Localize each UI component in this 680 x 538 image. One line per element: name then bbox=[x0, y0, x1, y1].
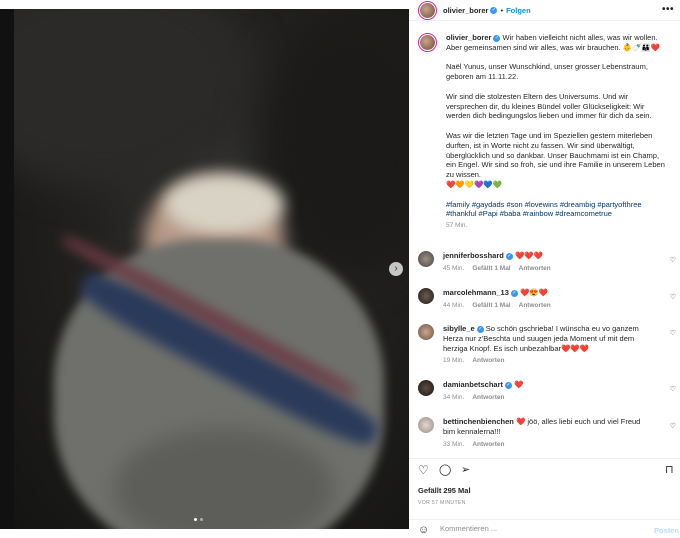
post-media: › bbox=[0, 0, 409, 538]
carousel-dot-active bbox=[194, 518, 197, 521]
heart-icon[interactable]: ♡ bbox=[418, 464, 429, 476]
comment-time[interactable]: 34 Min. bbox=[443, 394, 464, 401]
carousel-dot bbox=[200, 518, 203, 521]
comment-text: ❤️ bbox=[514, 380, 524, 389]
like-comment-heart-icon[interactable]: ♡ bbox=[670, 422, 676, 430]
caption-hashtags[interactable]: #family #gaydads #son #lovewins #dreambi… bbox=[446, 200, 668, 220]
caption-text: olivier_borer ✓ Wir haben vielleicht nich… bbox=[446, 33, 668, 231]
comment-item: jenniferbosshard ✓ ❤️❤️❤️ 45 Min. Gefällt … bbox=[418, 251, 676, 274]
comment-content: bettinchenbienchen ❤️ jöö, alles liebi e… bbox=[443, 417, 651, 437]
caption-paragraph: Wir sind die stolzesten Eltern des Unive… bbox=[446, 91, 652, 121]
share-icon[interactable]: ➢ bbox=[461, 464, 470, 476]
comment-body: sibylle_e ✓ So schön gschrieba! I wünscha… bbox=[443, 324, 651, 366]
caption-paragraph: Was wir die letzten Tage und im Speziell… bbox=[446, 130, 665, 180]
verified-badge-icon: ✓ bbox=[490, 6, 498, 14]
comment-content: jenniferbosshard ✓ ❤️❤️❤️ bbox=[443, 251, 651, 261]
comment-meta: 44 Min. Gefällt 1 Mal Antworten bbox=[443, 301, 651, 311]
reply-button[interactable]: Antworten bbox=[519, 302, 551, 309]
commenter-avatar[interactable] bbox=[418, 380, 434, 396]
comment-likes[interactable]: Gefällt 1 Mal bbox=[472, 265, 510, 272]
comment-item: sibylle_e ✓ So schön gschrieba! I wünscha… bbox=[418, 324, 676, 366]
post-comment-button[interactable]: Posten bbox=[654, 526, 679, 535]
comment-item: marcolehmann_13 ✓ ❤️😍❤️ 44 Min. Gefällt 1 … bbox=[418, 288, 676, 311]
commenter-avatar[interactable] bbox=[418, 288, 434, 304]
commenter-username[interactable]: marcolehmann_13 bbox=[443, 288, 509, 297]
comment-body: jenniferbosshard ✓ ❤️❤️❤️ 45 Min. Gefällt … bbox=[443, 251, 651, 274]
comment-meta: 34 Min. Antworten bbox=[443, 393, 651, 403]
verified-badge-icon: ✓ bbox=[476, 325, 484, 333]
carousel-dots bbox=[194, 518, 203, 521]
comments-scroll-area[interactable]: olivier_borer ✓ Wir haben vielleicht nich… bbox=[409, 22, 680, 458]
reply-button[interactable]: Antworten bbox=[472, 441, 504, 448]
commenter-avatar[interactable] bbox=[418, 417, 434, 433]
comment-time[interactable]: 33 Min. bbox=[443, 441, 464, 448]
author-username[interactable]: olivier_borer bbox=[443, 6, 488, 15]
baby-photo[interactable] bbox=[14, 9, 409, 529]
comment-item: bettinchenbienchen ❤️ jöö, alles liebi e… bbox=[418, 417, 676, 449]
comment-time[interactable]: 45 Min. bbox=[443, 265, 464, 272]
verified-badge-icon: ✓ bbox=[510, 289, 518, 297]
comment-item: damianbetschart ✓ ❤️ 34 Min. Antworten ♡ bbox=[418, 380, 676, 403]
caption-first-paragraph: olivier_borer ✓ Wir haben vielleicht nich… bbox=[446, 33, 668, 53]
media-top-margin bbox=[0, 0, 409, 9]
media-bottom-margin bbox=[0, 529, 409, 538]
post-sidebar: olivier_borer ✓ • Folgen ••• olivier_bor… bbox=[409, 0, 680, 538]
likes-count[interactable]: Gefällt 295 Mal bbox=[418, 486, 471, 495]
like-comment-heart-icon[interactable]: ♡ bbox=[670, 385, 676, 393]
comment-content: marcolehmann_13 ✓ ❤️😍❤️ bbox=[443, 288, 651, 298]
avatar-image bbox=[420, 2, 435, 18]
commenter-avatar[interactable] bbox=[418, 324, 434, 340]
comment-text: ❤️❤️❤️ bbox=[514, 251, 543, 260]
comment-text: ❤️😍❤️ bbox=[519, 288, 548, 297]
comment-body: marcolehmann_13 ✓ ❤️😍❤️ 44 Min. Gefällt 1 … bbox=[443, 288, 651, 311]
comment-time[interactable]: 19 Min. bbox=[443, 357, 464, 364]
reply-button[interactable]: Antworten bbox=[519, 265, 551, 272]
caption: olivier_borer ✓ Wir haben vielleicht nich… bbox=[409, 22, 680, 231]
like-comment-heart-icon[interactable]: ♡ bbox=[670, 256, 676, 264]
post-actions-bar: ♡ ◯ ➢ ⊓ bbox=[409, 458, 680, 480]
reply-button[interactable]: Antworten bbox=[472, 357, 504, 364]
baby-hat bbox=[164, 174, 284, 234]
emoji-icon[interactable]: ☺ bbox=[418, 524, 429, 536]
background-shape bbox=[14, 9, 254, 189]
follow-button[interactable]: Folgen bbox=[506, 6, 531, 15]
verified-badge-icon: ✓ bbox=[493, 34, 501, 42]
reply-button[interactable]: Antworten bbox=[472, 394, 504, 401]
like-comment-heart-icon[interactable]: ♡ bbox=[670, 329, 676, 337]
author-avatar[interactable] bbox=[418, 0, 437, 20]
commenter-username[interactable]: jenniferbosshard bbox=[443, 251, 504, 260]
comment-input[interactable] bbox=[440, 524, 640, 533]
caption-avatar[interactable] bbox=[418, 33, 437, 52]
avatar-image bbox=[420, 35, 435, 50]
add-comment-bar: ☺ Posten bbox=[409, 519, 680, 538]
comment-time[interactable]: 44 Min. bbox=[443, 302, 464, 309]
chevron-right-icon[interactable]: › bbox=[389, 262, 403, 276]
comment-body: damianbetschart ✓ ❤️ 34 Min. Antworten bbox=[443, 380, 651, 403]
comment-icon[interactable]: ◯ bbox=[439, 464, 451, 476]
commenter-username[interactable]: bettinchenbienchen bbox=[443, 417, 514, 426]
caption-time[interactable]: 57 Min. bbox=[446, 221, 668, 231]
commenter-username[interactable]: sibylle_e bbox=[443, 324, 475, 333]
commenter-avatar[interactable] bbox=[418, 251, 434, 267]
post-timestamp[interactable]: VOR 57 MINUTEN bbox=[418, 500, 466, 506]
comment-meta: 45 Min. Gefällt 1 Mal Antworten bbox=[443, 264, 651, 274]
caption-emoji-line: ❤️🧡💛💜💙💚 bbox=[446, 179, 503, 189]
caption-paragraph: Naël Yunus, unser Wunschkind, unser gros… bbox=[446, 62, 648, 82]
comment-meta: 19 Min. Antworten bbox=[443, 356, 651, 366]
like-comment-heart-icon[interactable]: ♡ bbox=[670, 293, 676, 301]
comment-content: sibylle_e ✓ So schön gschrieba! I wünscha… bbox=[443, 324, 651, 353]
more-options-icon[interactable]: ••• bbox=[662, 4, 674, 15]
post-header: olivier_borer ✓ • Folgen ••• bbox=[409, 0, 680, 21]
verified-badge-icon: ✓ bbox=[505, 252, 513, 260]
comment-content: damianbetschart ✓ ❤️ bbox=[443, 380, 651, 390]
caption-username[interactable]: olivier_borer bbox=[446, 33, 491, 42]
verified-badge-icon: ✓ bbox=[505, 381, 513, 389]
commenter-username[interactable]: damianbetschart bbox=[443, 380, 503, 389]
comment-body: bettinchenbienchen ❤️ jöö, alles liebi e… bbox=[443, 417, 651, 449]
bookmark-icon[interactable]: ⊓ bbox=[665, 464, 674, 476]
comment-likes[interactable]: Gefällt 1 Mal bbox=[472, 302, 510, 309]
separator: • bbox=[500, 5, 504, 15]
comment-meta: 33 Min. Antworten bbox=[443, 440, 651, 450]
